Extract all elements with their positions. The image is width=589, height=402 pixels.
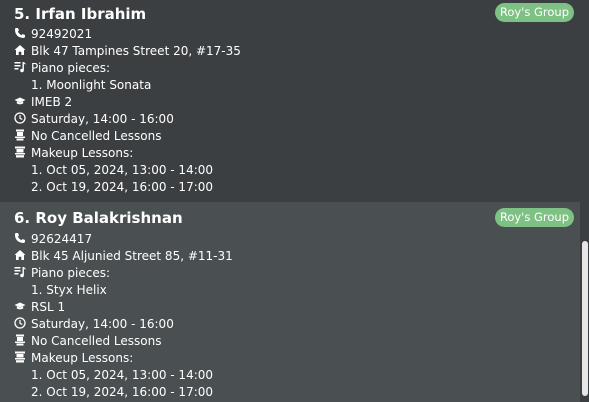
makeup-item: 2. Oct 19, 2024, 16:00 - 17:00 bbox=[31, 385, 214, 399]
makeup-item: 2. Oct 19, 2024, 16:00 - 17:00 bbox=[31, 180, 214, 194]
phone-row: 92624417 bbox=[14, 231, 92, 248]
lesson-time-row: Saturday, 14:00 - 16:00 bbox=[14, 316, 174, 333]
student-list[interactable]: 5. Irfan Ibrahim Roy's Group 92492021 Bl… bbox=[0, 0, 580, 402]
graduation-cap-icon bbox=[14, 95, 28, 107]
phone-icon bbox=[14, 27, 28, 39]
makeup-label: Makeup Lessons: bbox=[31, 146, 134, 160]
cancelled-text: No Cancelled Lessons bbox=[31, 334, 162, 348]
clock-icon bbox=[14, 112, 28, 124]
makeup-row: Makeup Lessons: bbox=[14, 145, 133, 162]
group-tag: Roy's Group bbox=[494, 208, 574, 227]
makeup-row: Makeup Lessons: bbox=[14, 350, 133, 367]
makeup-item: 1. Oct 05, 2024, 13:00 - 14:00 bbox=[31, 163, 214, 177]
scrollbar-thumb[interactable] bbox=[582, 241, 588, 396]
calendar-makeup-icon bbox=[14, 351, 28, 363]
address-row: Blk 45 Aljunied Street 85, #11-31 bbox=[14, 248, 233, 265]
pieces-label: Piano pieces: bbox=[31, 266, 111, 280]
group-tag: Roy's Group bbox=[494, 3, 574, 22]
grade-row: RSL 1 bbox=[14, 299, 65, 316]
home-icon bbox=[14, 44, 28, 56]
lesson-time-row: Saturday, 14:00 - 16:00 bbox=[14, 111, 174, 128]
pieces-row: Piano pieces: bbox=[14, 265, 110, 282]
calendar-x-icon bbox=[14, 129, 28, 141]
cancelled-text: No Cancelled Lessons bbox=[31, 129, 162, 143]
piece-item: 1. Moonlight Sonata bbox=[31, 78, 152, 92]
phone-text: 92624417 bbox=[31, 232, 93, 246]
address-text: Blk 47 Tampines Street 20, #17-35 bbox=[31, 44, 241, 58]
calendar-x-icon bbox=[14, 334, 28, 346]
calendar-makeup-icon bbox=[14, 146, 28, 158]
grade-text: IMEB 2 bbox=[31, 95, 73, 109]
graduation-cap-icon bbox=[14, 300, 28, 312]
music-icon bbox=[14, 61, 28, 73]
piece-item: 1. Styx Helix bbox=[31, 283, 107, 297]
pieces-row: Piano pieces: bbox=[14, 60, 110, 77]
grade-text: RSL 1 bbox=[31, 300, 66, 314]
phone-icon bbox=[14, 232, 28, 244]
student-name: 5. Irfan Ibrahim bbox=[14, 5, 147, 23]
cancelled-row: No Cancelled Lessons bbox=[14, 333, 162, 350]
makeup-label: Makeup Lessons: bbox=[31, 351, 134, 365]
lesson-time-text: Saturday, 14:00 - 16:00 bbox=[31, 112, 174, 126]
address-row: Blk 47 Tampines Street 20, #17-35 bbox=[14, 43, 241, 60]
address-text: Blk 45 Aljunied Street 85, #11-31 bbox=[31, 249, 233, 263]
lesson-time-text: Saturday, 14:00 - 16:00 bbox=[31, 317, 174, 331]
phone-row: 92492021 bbox=[14, 26, 92, 43]
grade-row: IMEB 2 bbox=[14, 94, 72, 111]
phone-text: 92492021 bbox=[31, 27, 93, 41]
cancelled-row: No Cancelled Lessons bbox=[14, 128, 162, 145]
student-name: 6. Roy Balakrishnan bbox=[14, 209, 183, 227]
music-icon bbox=[14, 266, 28, 278]
clock-icon bbox=[14, 317, 28, 329]
pieces-label: Piano pieces: bbox=[31, 61, 111, 75]
home-icon bbox=[14, 249, 28, 261]
makeup-item: 1. Oct 05, 2024, 13:00 - 14:00 bbox=[31, 368, 214, 382]
